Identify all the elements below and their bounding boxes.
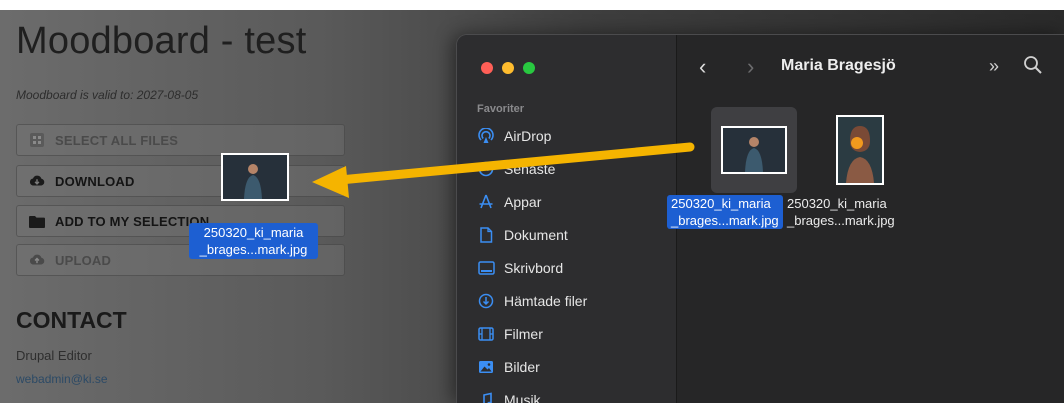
sidebar-item-label: Musik [504,392,541,403]
finder-content: ‹ › Maria Bragesjö » 250320_ki_maria _br… [667,35,1064,403]
file-name-label: 250320_ki_maria _brages...mark.jpg [787,196,895,228]
music-icon [477,391,495,403]
select-all-files-label: SELECT ALL FILES [55,132,179,148]
document-icon [477,226,495,244]
sidebar-item-label: Skrivbord [504,260,564,276]
sidebar-item-label: Dokument [504,227,568,243]
finder-sidebar: Favoriter AirDrop Senaste Appar Dokument… [457,35,677,403]
sidebar-item-airdrop[interactable]: AirDrop [477,125,551,147]
page-title: Moodboard - test [16,20,307,62]
back-button[interactable]: ‹ [699,53,706,81]
sidebar-item-desktop[interactable]: Skrivbord [477,257,563,279]
sidebar-item-documents[interactable]: Dokument [477,224,568,246]
sidebar-item-label: Bilder [504,359,540,375]
moodboard-page: Moodboard - test Moodboard is valid to: … [0,10,460,403]
sidebar-item-label: Hämtade filer [504,293,588,309]
more-chevrons-icon[interactable]: » [989,55,999,77]
download-button[interactable]: DOWNLOAD [16,165,345,197]
file-thumbnail-frame [711,107,797,193]
photo-thumbnail [836,115,884,185]
photo-icon [477,358,495,376]
sidebar-item-apps[interactable]: Appar [477,191,541,213]
sidebar-item-recent[interactable]: Senaste [477,158,555,180]
folder-title: Maria Bragesjö [781,57,896,74]
download-icon [477,292,495,310]
validity-text: Moodboard is valid to: 2027-08-05 [16,88,199,102]
clock-icon [477,160,495,178]
contact-heading: CONTACT [16,307,127,333]
cloud-download-icon [29,173,45,189]
sidebar-section-favorites: Favoriter [477,103,525,115]
contact-email-link[interactable]: webadmin@ki.se [16,372,108,386]
finder-window: Favoriter AirDrop Senaste Appar Dokument… [456,34,1064,403]
folder-icon [29,213,45,229]
film-icon [477,325,495,343]
file-name-label: 250320_ki_maria _brages...mark.jpg [667,195,783,229]
grid-icon [29,132,45,148]
search-icon[interactable] [1023,55,1045,77]
download-label: DOWNLOAD [55,173,135,189]
sidebar-item-label: Appar [504,194,542,210]
select-all-files-button[interactable]: SELECT ALL FILES [16,124,345,156]
photo-thumbnail [721,126,787,174]
sidebar-item-downloads[interactable]: Hämtade filer [477,290,587,312]
window-maximize-button[interactable] [523,62,535,74]
top-edge [0,0,1064,10]
dragged-file-thumbnail[interactable] [221,153,289,201]
sidebar-item-music[interactable]: Musik [477,389,541,403]
file-thumbnail-frame [817,107,903,193]
airdrop-icon [477,127,495,145]
cloud-upload-icon [29,252,45,268]
contact-name: Drupal Editor [16,348,92,363]
sidebar-item-label: Filmer [504,326,543,342]
sidebar-item-movies[interactable]: Filmer [477,323,543,345]
sidebar-item-label: Senaste [504,161,556,177]
upload-label: UPLOAD [55,252,112,268]
window-close-button[interactable] [481,62,493,74]
apps-icon [477,193,495,211]
window-minimize-button[interactable] [502,62,514,74]
desktop-icon [477,259,495,277]
forward-button[interactable]: › [747,53,754,81]
sidebar-item-label: AirDrop [504,128,552,144]
dragged-file-label: 250320_ki_maria _brages...mark.jpg [189,223,318,259]
sidebar-item-pictures[interactable]: Bilder [477,356,540,378]
add-to-selection-label: ADD TO MY SELECTION [55,213,210,229]
